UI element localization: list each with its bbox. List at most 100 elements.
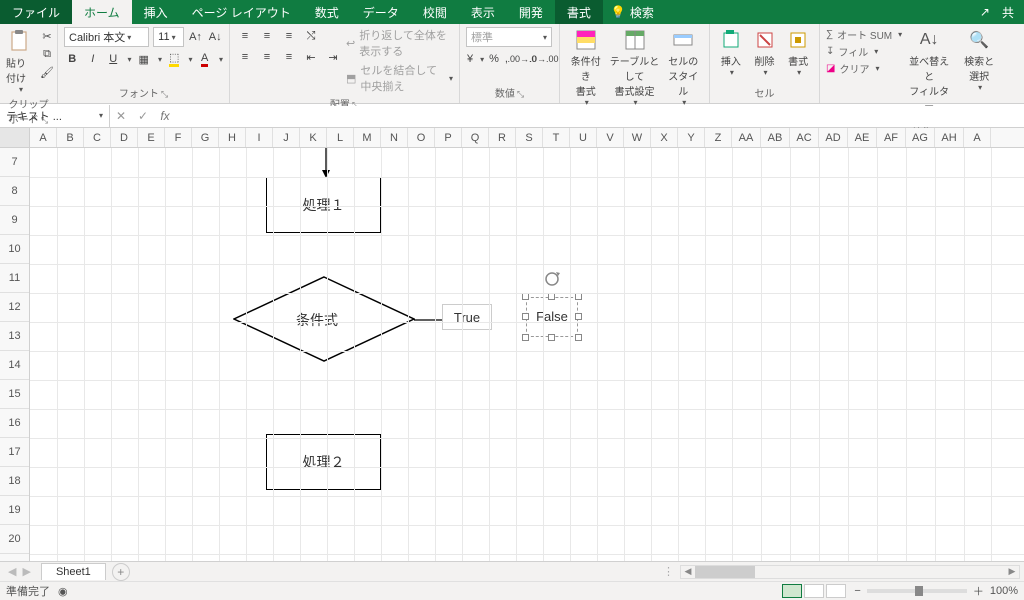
column-header[interactable]: E	[138, 128, 165, 147]
row-header[interactable]: 7	[0, 148, 29, 177]
sheet-nav-next-icon[interactable]: ▶	[22, 565, 30, 578]
flowchart-process-1[interactable]: 処理１	[266, 177, 381, 233]
column-header[interactable]: U	[570, 128, 597, 147]
tab-pagelayout[interactable]: ページ レイアウト	[180, 0, 303, 24]
rotate-handle-icon[interactable]	[544, 271, 560, 287]
formula-input[interactable]	[176, 106, 1024, 126]
column-header[interactable]: K	[300, 128, 327, 147]
select-all-corner[interactable]	[0, 128, 30, 147]
zoom-slider[interactable]	[867, 589, 967, 593]
column-header[interactable]: N	[381, 128, 408, 147]
delete-cells-button[interactable]: 削除▾	[750, 27, 780, 83]
tab-view[interactable]: 表示	[459, 0, 507, 24]
column-header[interactable]: A	[30, 128, 57, 147]
column-header[interactable]: F	[165, 128, 192, 147]
format-as-table-button[interactable]: テーブルとして 書式設定▾	[610, 27, 660, 107]
align-left-icon[interactable]: ≡	[236, 48, 254, 66]
resize-handle[interactable]	[575, 293, 582, 300]
row-header[interactable]: 8	[0, 177, 29, 206]
column-header[interactable]: L	[327, 128, 354, 147]
column-header[interactable]: AF	[877, 128, 906, 147]
font-name-select[interactable]: Calibri 本文▾	[64, 27, 149, 47]
fill-button[interactable]: ↧フィル▾	[826, 44, 902, 59]
cancel-icon[interactable]: ✕	[110, 109, 132, 123]
column-header[interactable]: Z	[705, 128, 732, 147]
column-header[interactable]: J	[273, 128, 300, 147]
column-header[interactable]: W	[624, 128, 651, 147]
fx-icon[interactable]: fx	[154, 109, 176, 123]
search-button[interactable]: 💡 検索	[611, 0, 654, 24]
resize-handle[interactable]	[575, 313, 582, 320]
cells-canvas[interactable]: 処理１ 条件式 True False	[30, 148, 1024, 561]
column-header[interactable]: R	[489, 128, 516, 147]
resize-handle[interactable]	[522, 293, 529, 300]
resize-handle[interactable]	[522, 313, 529, 320]
flowchart-process-2[interactable]: 処理２	[266, 434, 381, 490]
tab-developer[interactable]: 開発	[507, 0, 555, 24]
tab-data[interactable]: データ	[351, 0, 411, 24]
column-header[interactable]: Y	[678, 128, 705, 147]
column-header[interactable]: D	[111, 128, 138, 147]
format-painter-icon[interactable]: 🖌	[38, 63, 56, 81]
align-right-icon[interactable]: ≡	[280, 48, 298, 66]
row-header[interactable]: 20	[0, 525, 29, 554]
row-header[interactable]: 10	[0, 235, 29, 264]
tab-insert[interactable]: 挿入	[132, 0, 180, 24]
orientation-icon[interactable]: ⤭	[302, 27, 320, 45]
scroll-thumb[interactable]	[695, 566, 755, 578]
column-header[interactable]: G	[192, 128, 219, 147]
paste-button[interactable]: 貼り付け ▾	[6, 27, 34, 94]
row-header[interactable]: 9	[0, 206, 29, 235]
autosum-button[interactable]: ∑オート SUM▾	[826, 27, 902, 42]
splitter-icon[interactable]: ⋮	[663, 565, 674, 578]
insert-cells-button[interactable]: 挿入▾	[716, 27, 746, 83]
indent-increase-icon[interactable]: ⇥	[324, 48, 342, 66]
column-header[interactable]: O	[408, 128, 435, 147]
percent-icon[interactable]: %	[488, 50, 500, 68]
resize-handle[interactable]	[575, 334, 582, 341]
align-center-icon[interactable]: ≡	[258, 48, 276, 66]
copy-icon[interactable]: ⧉	[38, 45, 56, 63]
indent-decrease-icon[interactable]: ⇤	[302, 48, 320, 66]
row-header[interactable]: 13	[0, 322, 29, 351]
view-page-layout-button[interactable]	[804, 584, 824, 598]
sheet-tab-sheet1[interactable]: Sheet1	[41, 563, 106, 580]
bold-button[interactable]: B	[64, 50, 80, 68]
tab-file[interactable]: ファイル	[0, 0, 72, 24]
resize-handle[interactable]	[522, 334, 529, 341]
increase-decimal-icon[interactable]: .00→.0	[513, 50, 531, 68]
currency-icon[interactable]: ¥	[466, 50, 474, 68]
row-header[interactable]: 11	[0, 264, 29, 293]
tab-home[interactable]: ホーム	[72, 0, 132, 24]
column-header[interactable]: B	[57, 128, 84, 147]
resize-handle[interactable]	[548, 293, 555, 300]
column-header[interactable]: A	[964, 128, 991, 147]
horizontal-scrollbar[interactable]: ◀ ▶	[680, 565, 1020, 579]
conditional-format-button[interactable]: 条件付き 書式▾	[566, 27, 606, 107]
column-header[interactable]: M	[354, 128, 381, 147]
column-header[interactable]: AC	[790, 128, 819, 147]
share-icon[interactable]: ↗	[980, 5, 990, 19]
increase-font-icon[interactable]: A↑	[188, 28, 204, 46]
cell-styles-button[interactable]: セルの スタイル▾	[663, 27, 703, 107]
column-header[interactable]: X	[651, 128, 678, 147]
fill-color-icon[interactable]: ⬚	[166, 50, 182, 68]
column-header[interactable]: AB	[761, 128, 790, 147]
column-header[interactable]: AG	[906, 128, 935, 147]
cut-icon[interactable]: ✂	[38, 27, 56, 45]
column-header[interactable]: P	[435, 128, 462, 147]
tab-format[interactable]: 書式	[555, 0, 603, 24]
zoom-out-button[interactable]: −	[854, 585, 860, 597]
font-size-select[interactable]: 11▾	[153, 27, 184, 47]
italic-button[interactable]: I	[84, 50, 100, 68]
column-header[interactable]: S	[516, 128, 543, 147]
tab-review[interactable]: 校閲	[411, 0, 459, 24]
column-header[interactable]: H	[219, 128, 246, 147]
zoom-in-button[interactable]: ＋	[973, 583, 984, 599]
row-header[interactable]: 15	[0, 380, 29, 409]
enter-icon[interactable]: ✓	[132, 109, 154, 123]
column-header[interactable]: AD	[819, 128, 848, 147]
align-top-icon[interactable]: ≡	[236, 27, 254, 45]
font-color-icon[interactable]: A	[196, 50, 212, 68]
textbox-true[interactable]: True	[442, 304, 492, 330]
